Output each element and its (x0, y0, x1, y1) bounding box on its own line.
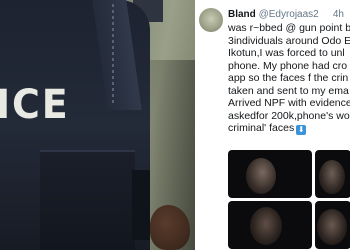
tweet-line: askedfor 200k,phone's wo (228, 109, 350, 122)
face-silhouette (317, 209, 347, 245)
vest-pocket (40, 150, 135, 250)
tweet-line: 3individuals around Odo E (228, 34, 350, 47)
face-silhouette (246, 158, 276, 194)
media-photo[interactable] (315, 150, 350, 198)
down-arrow-icon: ⬇ (296, 125, 307, 135)
vest-lettering: ICE (0, 82, 70, 128)
tweet-text: was r~bbed @ gun point b 3individuals ar… (228, 22, 350, 135)
tweet-line: criminal' faces (228, 122, 295, 134)
tweet-media-grid (228, 150, 350, 250)
face-silhouette (250, 207, 282, 245)
tweet-line: was r~bbed @ gun point b (228, 22, 350, 34)
media-photo[interactable] (315, 201, 350, 249)
tweet-line: app so the faces f the crin (228, 72, 349, 84)
pocket-flap (132, 170, 150, 240)
tweet-time[interactable]: 4h (333, 9, 344, 20)
strap-stitching (112, 4, 114, 104)
media-photo[interactable] (228, 150, 312, 198)
author-handle[interactable]: @Edyrojaas2 (259, 9, 319, 20)
tweet-header: Bland @Edyrojaas2 (228, 9, 319, 21)
tweet-line: Arrived NPF with evidence (228, 97, 350, 109)
media-photo[interactable] (228, 201, 312, 249)
tweet-card[interactable]: Bland @Edyrojaas2 4h was r~bbed @ gun po… (195, 0, 350, 250)
face-silhouette (319, 160, 345, 194)
tweet-line-last: criminal' faces ⬇ (228, 122, 350, 135)
author-name[interactable]: Bland (228, 9, 256, 20)
tweet-line: taken and sent to my ema (228, 84, 349, 97)
police-photo: ICE (0, 0, 195, 250)
tweet-line: phone. My phone had cro (228, 59, 348, 72)
avatar[interactable] (199, 8, 223, 32)
tweet-line: Ikotun,I was forced to unl (228, 47, 345, 59)
